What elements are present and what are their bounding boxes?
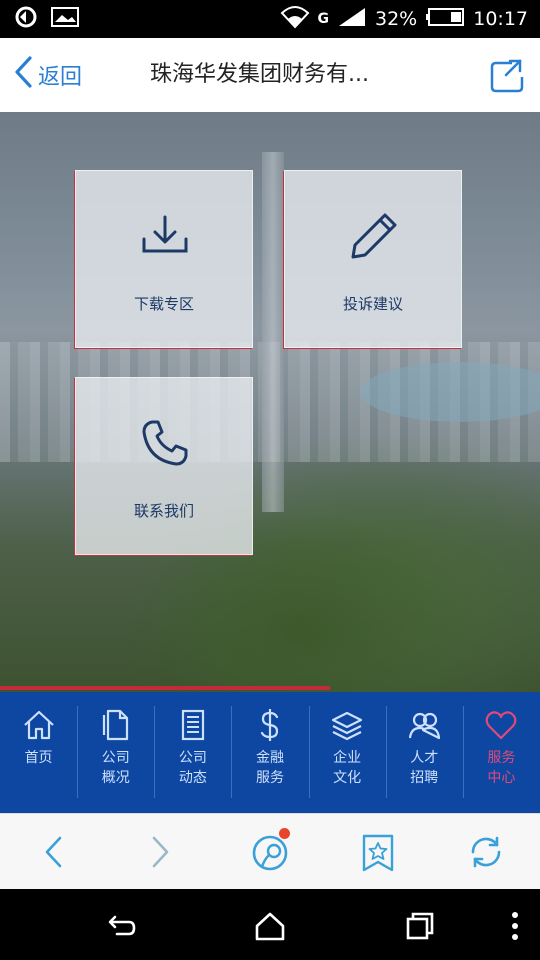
- status-bar: G 32% 10:17: [0, 0, 540, 38]
- android-nav-bar: [0, 889, 540, 960]
- browser-toolbar: [0, 813, 540, 889]
- battery-percent: 32%: [375, 8, 418, 30]
- nav-item-recruitment[interactable]: 人才招聘: [385, 692, 463, 813]
- nav-item-company-profile[interactable]: 公司概况: [77, 692, 154, 813]
- nav-label: 公司动态: [178, 750, 207, 786]
- phone-icon: [138, 416, 192, 470]
- system-recents-button[interactable]: [403, 909, 437, 943]
- title-bar: 返回 珠海华发集团财务有...: [0, 38, 540, 112]
- tile-download-label: 下载专区: [133, 295, 194, 313]
- bookmark-star-icon: [362, 834, 394, 872]
- notification-dot: [279, 828, 290, 839]
- nav-label: 人才招聘: [410, 750, 439, 786]
- sync-icon: [12, 5, 40, 33]
- image-notification-icon: [50, 6, 80, 32]
- bookmark-button[interactable]: [358, 832, 398, 872]
- share-button[interactable]: [488, 55, 528, 95]
- news-icon: [181, 709, 204, 741]
- nav-label: 金融服务: [255, 750, 284, 786]
- main-content: 下载专区 投诉建议 联系我们: [0, 112, 540, 692]
- system-back-icon: [108, 915, 136, 936]
- system-home-icon: [255, 912, 285, 941]
- comment-button[interactable]: [250, 828, 290, 872]
- tile-contact[interactable]: 联系我们: [75, 377, 253, 555]
- back-label: 返回: [38, 65, 83, 90]
- chevron-left-icon: [12, 55, 34, 95]
- bottom-nav: 首页 公司概况 公司动态 金融服务 企业文化 人才招聘 服务中心: [0, 692, 540, 813]
- nav-label: 首页: [24, 750, 53, 766]
- browser-forward-button[interactable]: [140, 832, 180, 872]
- nav-item-home[interactable]: 首页: [0, 692, 77, 813]
- clock: 10:17: [473, 8, 528, 30]
- nav-item-financial-services[interactable]: 金融服务: [231, 692, 308, 813]
- download-icon: [138, 209, 192, 263]
- system-home-button[interactable]: [253, 909, 287, 943]
- heart-icon: [486, 711, 517, 740]
- document-icon: [102, 709, 128, 741]
- tile-complaint[interactable]: 投诉建议: [284, 170, 462, 348]
- tile-contact-label: 联系我们: [133, 502, 194, 520]
- people-icon: [409, 712, 441, 740]
- page-title: 珠海华发集团财务有...: [150, 62, 369, 87]
- tile-download[interactable]: 下载专区: [75, 170, 253, 348]
- nav-label: 服务中心: [487, 750, 516, 786]
- chevron-left-icon: [45, 836, 62, 868]
- background-tower: [262, 152, 284, 512]
- tile-complaint-label: 投诉建议: [342, 295, 403, 313]
- system-recents-icon: [406, 912, 434, 940]
- chevron-right-icon: [152, 836, 169, 868]
- system-back-button[interactable]: [103, 909, 137, 943]
- nav-item-corporate-culture[interactable]: 企业文化: [308, 692, 386, 813]
- share-icon: [490, 59, 524, 93]
- system-menu-button[interactable]: [500, 909, 530, 943]
- browser-back-button[interactable]: [34, 832, 74, 872]
- decorative-red-line: [0, 686, 330, 690]
- refresh-icon: [471, 836, 501, 868]
- refresh-button[interactable]: [466, 832, 506, 872]
- nav-label: 企业文化: [333, 750, 362, 786]
- nav-item-company-news[interactable]: 公司动态: [154, 692, 231, 813]
- nav-label: 公司概况: [101, 750, 130, 786]
- data-network-icon: G: [317, 11, 330, 27]
- more-vertical-icon: [512, 912, 518, 940]
- signal-icon: [337, 6, 367, 33]
- dollar-icon: [260, 709, 279, 741]
- pencil-icon: [347, 209, 401, 263]
- wifi-icon: [280, 5, 310, 34]
- battery-icon: [425, 7, 465, 32]
- nav-item-service-center[interactable]: 服务中心: [462, 692, 540, 813]
- back-button[interactable]: 返回: [12, 38, 82, 112]
- layers-icon: [332, 711, 363, 741]
- home-icon: [23, 710, 54, 740]
